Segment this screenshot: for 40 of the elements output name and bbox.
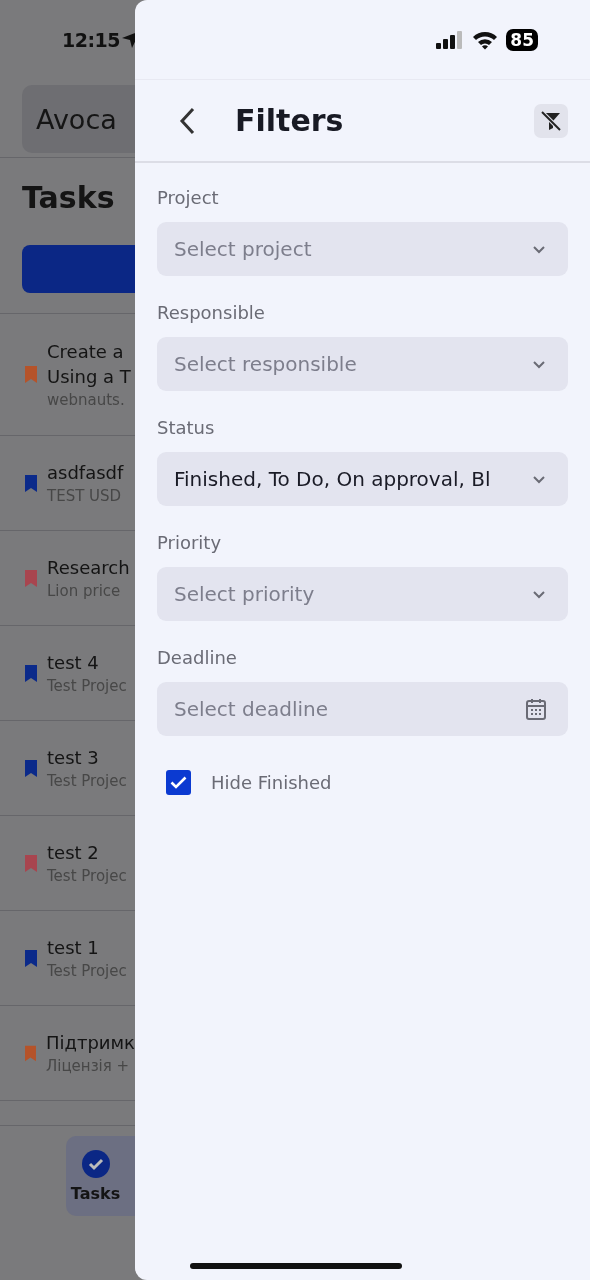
status-time: 12:15 [62,29,120,51]
calendar-icon [526,698,546,720]
wifi-icon [472,29,499,50]
task-title: test 4 [47,651,100,673]
task-title: Підтримк [45,1031,135,1053]
field-label: Project [157,187,220,208]
checkbox-label: Hide Finished [211,772,332,793]
location-arrow-icon [121,30,135,50]
nav-tab[interactable]: Tasks [66,1136,135,1216]
task-title: Create a [47,340,125,362]
chevron-down-icon [532,474,546,484]
select-field[interactable]: Finished, To Do, On approval, Bl [157,452,568,506]
task-title: test 2 [47,841,100,863]
task-title: Research [47,556,130,578]
clear-filter-button[interactable] [534,103,568,138]
field-label: Deadline [157,647,238,668]
date-field[interactable]: Select deadline [157,682,568,736]
chevron-down-icon [532,244,546,254]
field-label: Status [157,417,216,438]
checkmark-icon [170,776,187,789]
chevron-left-icon [179,106,195,135]
signal-icon [436,30,465,49]
task-title: test 1 [47,936,100,958]
task-title: Using a T [47,365,131,387]
task-title: test 3 [47,746,100,768]
chevron-down-icon [532,589,546,599]
select-field[interactable]: Select project [157,222,568,276]
filter-off-icon [540,109,562,132]
select-field[interactable]: Select priority [157,567,568,621]
field-label: Responsible [157,302,266,323]
checkbox[interactable] [166,770,191,795]
page-title: Tasks [22,180,116,215]
field-label: Priority [157,532,223,553]
battery-level: 85 [506,28,538,51]
check-circle-icon [81,1149,110,1178]
workspace-selector[interactable]: Avoca [22,85,135,153]
select-field[interactable]: Select responsible [157,337,568,391]
chevron-down-icon [532,359,546,369]
task-title: asdfasdf [47,461,124,483]
drawer-title: Filters [235,103,345,138]
